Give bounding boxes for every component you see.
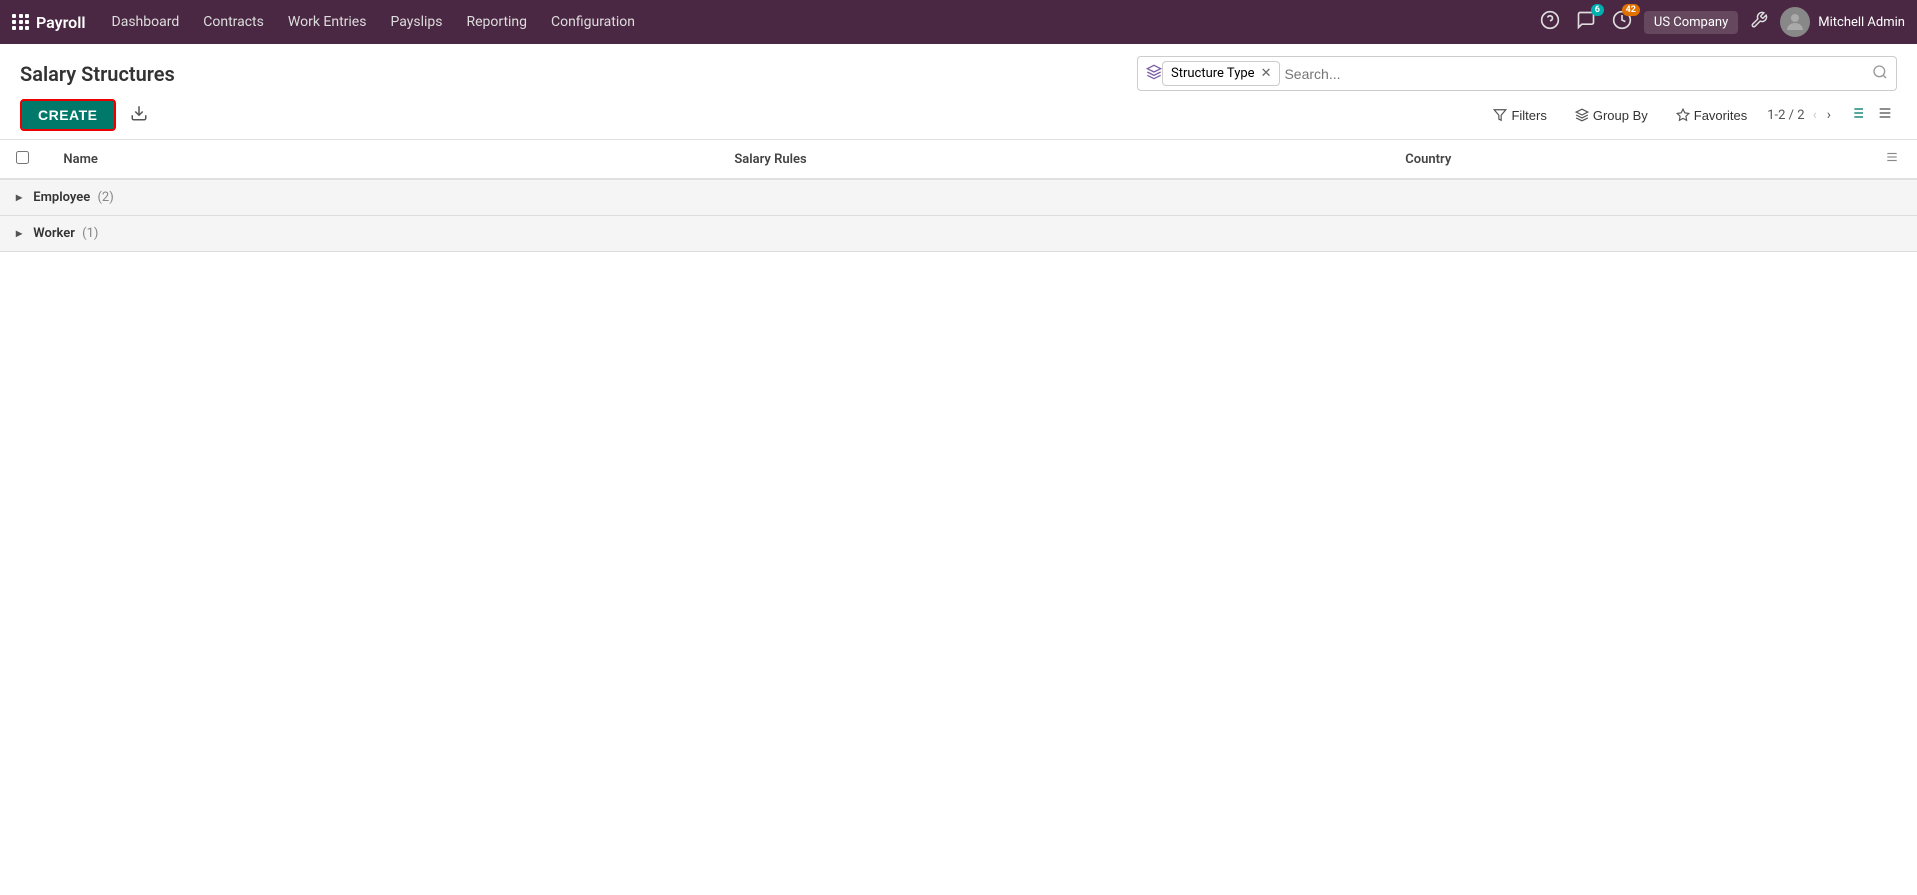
group-label-employee: Employee xyxy=(33,190,90,205)
nav-payslips[interactable]: Payslips xyxy=(380,10,452,34)
toolbar-right: Filters Group By Favorites 1-2 / 2 ‹ › xyxy=(1485,101,1897,130)
favorites-button[interactable]: Favorites xyxy=(1668,104,1755,127)
group-row-worker[interactable]: ▸ Worker (1) xyxy=(0,216,1917,252)
list-view-button[interactable] xyxy=(1845,101,1869,130)
chat-button[interactable]: 6 xyxy=(1572,6,1600,39)
activity-badge: 42 xyxy=(1622,4,1640,16)
pagination-next[interactable]: › xyxy=(1825,105,1833,125)
company-selector[interactable]: US Company xyxy=(1644,11,1738,34)
group-label-worker: Worker xyxy=(33,226,75,241)
group-row-employee[interactable]: ▸ Employee (2) xyxy=(0,179,1917,216)
search-box[interactable]: Structure Type ✕ xyxy=(1137,56,1897,91)
col-salary-label: Salary Rules xyxy=(734,152,806,167)
groupby-label: Group By xyxy=(1593,108,1648,123)
col-header-settings[interactable] xyxy=(1869,140,1917,179)
group-count-worker: (1) xyxy=(82,226,98,241)
pagination-info: 1-2 / 2 xyxy=(1767,108,1804,123)
search-tag-structure-type: Structure Type ✕ xyxy=(1162,61,1280,86)
app-name: Payroll xyxy=(36,13,86,32)
search-tag-label: Structure Type xyxy=(1171,66,1255,81)
app-brand[interactable]: Payroll xyxy=(12,13,86,32)
table-header-row: Name Salary Rules Country xyxy=(0,140,1917,179)
activity-button[interactable]: 42 xyxy=(1608,6,1636,39)
settings-icon[interactable] xyxy=(1746,7,1772,38)
col-header-salary-rules[interactable]: Salary Rules xyxy=(718,140,1389,179)
col-header-name[interactable]: Name xyxy=(47,140,718,179)
toolbar-left: CREATE xyxy=(20,99,154,131)
group-chevron-worker: ▸ xyxy=(16,226,22,240)
col-country-label: Country xyxy=(1405,152,1451,167)
favorites-label: Favorites xyxy=(1694,108,1747,123)
page-title: Salary Structures xyxy=(20,62,175,86)
chat-badge: 6 xyxy=(1591,4,1604,16)
nav-dashboard[interactable]: Dashboard xyxy=(102,10,190,34)
table-area: Name Salary Rules Country xyxy=(0,140,1917,252)
top-navigation: Payroll Dashboard Contracts Work Entries… xyxy=(0,0,1917,44)
salary-structures-table: Name Salary Rules Country xyxy=(0,140,1917,252)
user-name[interactable]: Mitchell Admin xyxy=(1818,15,1905,30)
export-button[interactable] xyxy=(124,100,154,131)
col-name-label: Name xyxy=(63,152,97,167)
groupby-button[interactable]: Group By xyxy=(1567,104,1656,127)
select-all-checkbox[interactable] xyxy=(16,151,29,164)
filters-label: Filters xyxy=(1511,108,1546,123)
search-input[interactable] xyxy=(1280,62,1872,86)
topnav-right-section: 6 42 US Company Mitchell Admin xyxy=(1536,6,1905,39)
help-button[interactable] xyxy=(1536,6,1564,39)
nav-contracts[interactable]: Contracts xyxy=(193,10,274,34)
structure-type-icon xyxy=(1146,64,1162,84)
pagination: 1-2 / 2 ‹ › xyxy=(1767,105,1833,125)
group-count-employee: (2) xyxy=(97,190,113,205)
user-avatar[interactable] xyxy=(1780,7,1810,37)
main-content: Salary Structures Structure Type ✕ xyxy=(0,44,1917,895)
search-tag-remove[interactable]: ✕ xyxy=(1261,66,1272,81)
pagination-prev[interactable]: ‹ xyxy=(1811,105,1819,125)
search-area: Structure Type ✕ xyxy=(1137,56,1897,91)
select-all-header[interactable] xyxy=(0,140,47,179)
filters-button[interactable]: Filters xyxy=(1485,104,1554,127)
col-header-country[interactable]: Country xyxy=(1389,140,1868,179)
page-header: Salary Structures Structure Type ✕ xyxy=(0,44,1917,91)
create-button[interactable]: CREATE xyxy=(20,99,116,131)
grid-icon xyxy=(12,14,30,30)
nav-work-entries[interactable]: Work Entries xyxy=(278,10,377,34)
view-toggle xyxy=(1845,101,1897,130)
group-chevron-employee: ▸ xyxy=(16,190,22,204)
nav-reporting[interactable]: Reporting xyxy=(456,10,537,34)
search-icon[interactable] xyxy=(1872,64,1888,84)
toolbar: CREATE Filters xyxy=(0,91,1917,140)
nav-configuration[interactable]: Configuration xyxy=(541,10,645,34)
settings-view-button[interactable] xyxy=(1873,101,1897,130)
